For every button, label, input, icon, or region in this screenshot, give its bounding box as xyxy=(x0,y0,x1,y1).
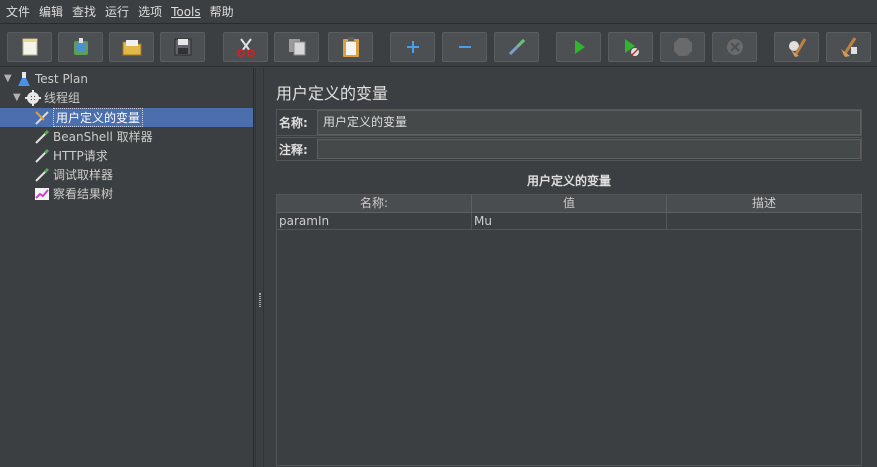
table-row[interactable]: paramIn Mu xyxy=(277,213,861,230)
play-no-timer-icon xyxy=(624,39,639,56)
cell-value[interactable]: Mu xyxy=(472,213,667,229)
panel-splitter[interactable] xyxy=(255,68,264,467)
open-button[interactable] xyxy=(109,32,154,62)
clear-all-button[interactable] xyxy=(826,32,871,62)
menu-bar: 文件 编辑 查找 运行 选项 Tools 帮助 xyxy=(0,0,877,24)
tree-item-debug-sampler[interactable]: 调试取样器 xyxy=(34,165,113,184)
save-disk-icon xyxy=(174,38,191,56)
page-title: 用户定义的变量 xyxy=(276,84,389,103)
tree-item-beanshell-sampler[interactable]: BeanShell 取样器 xyxy=(34,127,153,146)
table-caption: 用户定义的变量 xyxy=(526,174,611,188)
table-header: 名称: 值 描述 xyxy=(277,195,861,213)
templates-icon xyxy=(73,38,88,55)
tree-item-label: Test Plan xyxy=(35,71,88,86)
plus-icon xyxy=(406,41,419,53)
main-panel: 用户定义的变量 名称: 用户定义的变量 注释: 用户定义的变量 名称: 值 描述… xyxy=(265,68,877,467)
tree-item-label: 线程组 xyxy=(44,91,81,105)
start-no-pause-button[interactable] xyxy=(608,32,653,62)
tree-item-user-defined-variables[interactable]: 用户定义的变量 xyxy=(34,108,144,127)
tree-item-label: 调试取样器 xyxy=(53,168,114,182)
open-folder-icon xyxy=(122,40,141,56)
broom-icon xyxy=(788,38,806,57)
minus-icon xyxy=(458,46,471,48)
wrench-icon xyxy=(34,110,50,126)
tree-item-http-request[interactable]: HTTP请求 xyxy=(34,146,108,165)
menu-help[interactable]: 帮助 xyxy=(206,0,238,24)
pipette-icon xyxy=(34,167,50,183)
comment-field[interactable] xyxy=(317,139,861,159)
stop-icon xyxy=(673,38,692,56)
cell-description[interactable] xyxy=(667,213,861,229)
gear-icon xyxy=(25,89,41,106)
flask-icon xyxy=(16,71,32,87)
chart-icon xyxy=(34,186,50,202)
new-file-icon xyxy=(22,38,37,56)
test-plan-tree: ▼ Test Plan ▼ 线程组 用户定义的变量 BeanShell 取样器 … xyxy=(0,68,254,467)
toggle-button[interactable] xyxy=(494,32,539,62)
pipette-icon xyxy=(34,129,50,145)
variables-table: 名称: 值 描述 paramIn Mu xyxy=(276,194,862,466)
tree-item-label: 用户定义的变量 xyxy=(53,108,144,127)
name-field[interactable]: 用户定义的变量 xyxy=(317,110,861,135)
tree-item-view-results-tree[interactable]: 察看结果树 xyxy=(34,184,113,203)
menu-file[interactable]: 文件 xyxy=(2,0,34,24)
new-button[interactable] xyxy=(7,32,52,62)
clear-button[interactable] xyxy=(774,32,819,62)
templates-button[interactable] xyxy=(58,32,103,62)
column-header-name[interactable]: 名称: xyxy=(277,195,472,213)
menu-edit[interactable]: 编辑 xyxy=(35,0,67,24)
tree-item-test-plan[interactable]: ▼ Test Plan xyxy=(4,69,88,88)
expand-arrow-icon[interactable]: ▼ xyxy=(4,73,16,84)
expand-button[interactable] xyxy=(390,32,435,62)
tree-item-label: BeanShell 取样器 xyxy=(53,130,153,144)
play-icon xyxy=(574,40,585,54)
stop-button[interactable] xyxy=(660,32,705,62)
comment-label: 注释: xyxy=(279,142,308,157)
name-field-row: 名称: 用户定义的变量 xyxy=(276,109,862,136)
menu-run[interactable]: 运行 xyxy=(101,0,133,24)
menu-options[interactable]: 选项 xyxy=(134,0,166,24)
cell-name[interactable]: paramIn xyxy=(277,213,472,229)
name-label: 名称: xyxy=(279,116,308,130)
copy-icon xyxy=(288,39,305,56)
menu-tools[interactable]: Tools xyxy=(167,0,205,24)
paste-button[interactable] xyxy=(328,32,373,62)
cut-button[interactable] xyxy=(223,32,268,62)
scissors-icon xyxy=(236,38,255,57)
tree-item-label: HTTP请求 xyxy=(53,149,108,163)
tree-item-thread-group[interactable]: ▼ 线程组 xyxy=(13,88,80,107)
clipboard-icon xyxy=(342,37,359,57)
save-button[interactable] xyxy=(160,32,205,62)
toolbar xyxy=(0,25,877,67)
comment-field-row: 注释: xyxy=(276,137,862,161)
collapse-button[interactable] xyxy=(442,32,487,62)
shutdown-button[interactable] xyxy=(712,32,757,62)
shutdown-icon xyxy=(726,39,743,55)
menu-search[interactable]: 查找 xyxy=(68,0,100,24)
broom-all-icon xyxy=(840,37,857,57)
splitter-grip[interactable] xyxy=(259,293,261,307)
column-header-description[interactable]: 描述 xyxy=(667,195,861,213)
pipette-icon xyxy=(34,148,50,164)
tree-item-label: 察看结果树 xyxy=(53,187,114,201)
column-header-value[interactable]: 值 xyxy=(472,195,667,213)
start-button[interactable] xyxy=(556,32,601,62)
copy-button[interactable] xyxy=(274,32,319,62)
wand-icon xyxy=(508,38,525,56)
expand-arrow-icon[interactable]: ▼ xyxy=(13,92,25,103)
